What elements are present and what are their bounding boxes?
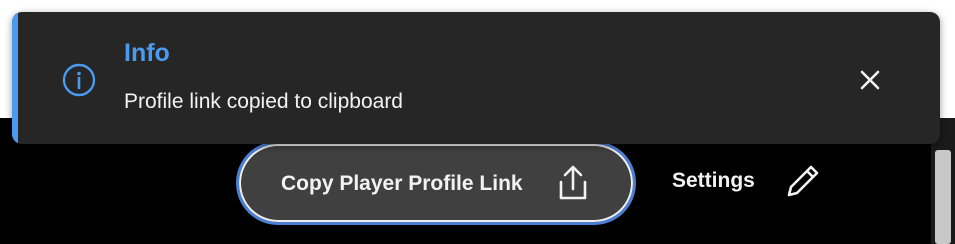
settings-button[interactable]: Settings	[672, 160, 824, 204]
scrollbar-thumb[interactable]	[935, 150, 951, 244]
copy-button-label: Copy Player Profile Link	[281, 172, 523, 195]
toast-accent-bar	[12, 12, 18, 144]
settings-label: Settings	[672, 169, 755, 192]
info-circle-icon	[62, 63, 96, 97]
share-upload-icon	[559, 165, 587, 200]
copy-player-profile-link-button[interactable]: Copy Player Profile Link	[236, 141, 636, 225]
toast-title: Info	[124, 39, 170, 67]
close-icon[interactable]	[855, 65, 885, 95]
page: Copy Player Profile Link Settings Info P…	[0, 0, 955, 244]
pencil-icon	[787, 165, 819, 197]
info-toast: Info Profile link copied to clipboard	[12, 12, 940, 144]
toast-message: Profile link copied to clipboard	[124, 90, 403, 113]
